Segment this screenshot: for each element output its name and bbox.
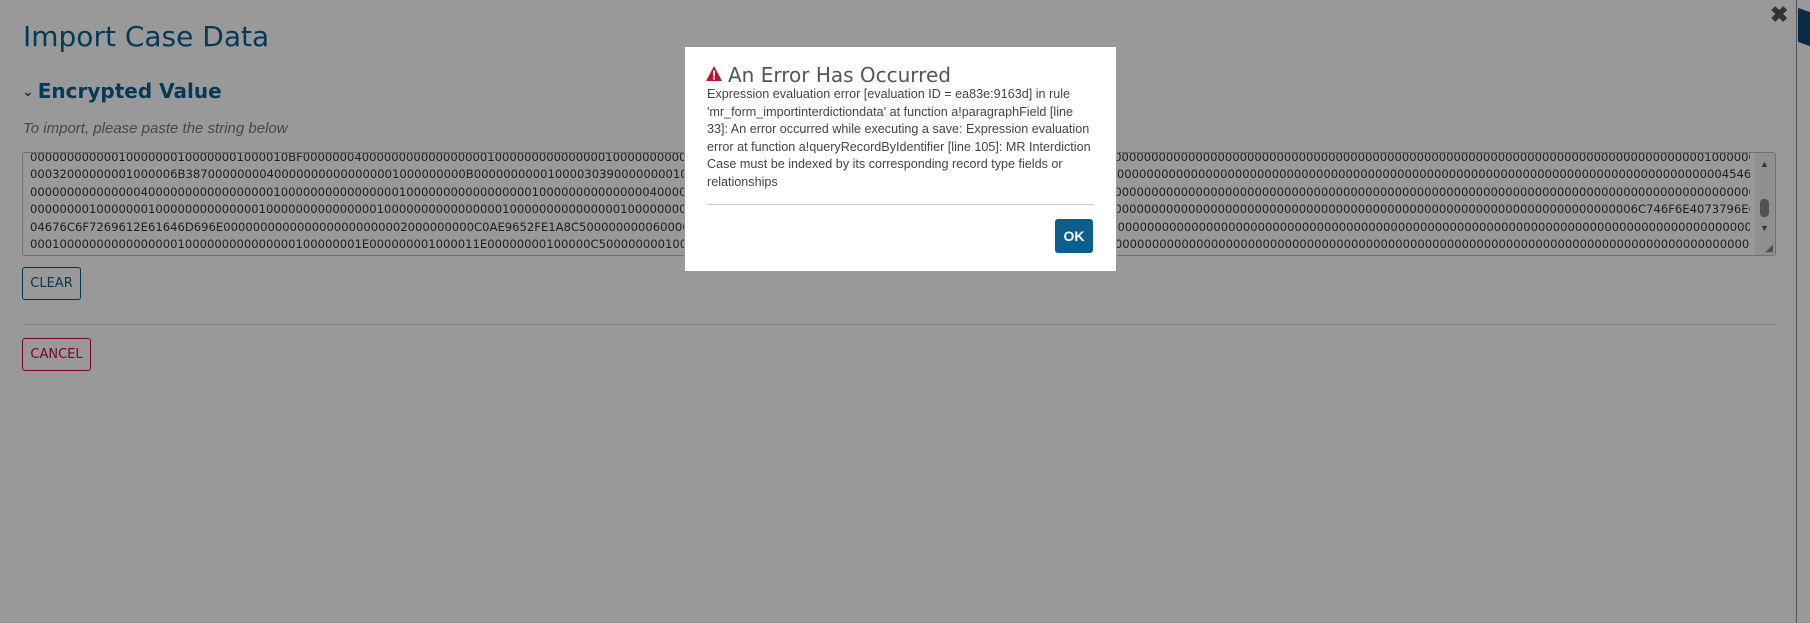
dialog-title: An Error Has Occurred	[706, 62, 951, 87]
dialog-message: Expression evaluation error [evaluation …	[707, 87, 1091, 189]
dialog-title-text: An Error Has Occurred	[728, 63, 951, 87]
ok-button[interactable]: OK	[1055, 219, 1093, 253]
warning-icon	[706, 62, 722, 86]
dialog-divider	[707, 204, 1094, 205]
error-dialog: An Error Has Occurred Expression evaluat…	[684, 46, 1117, 272]
